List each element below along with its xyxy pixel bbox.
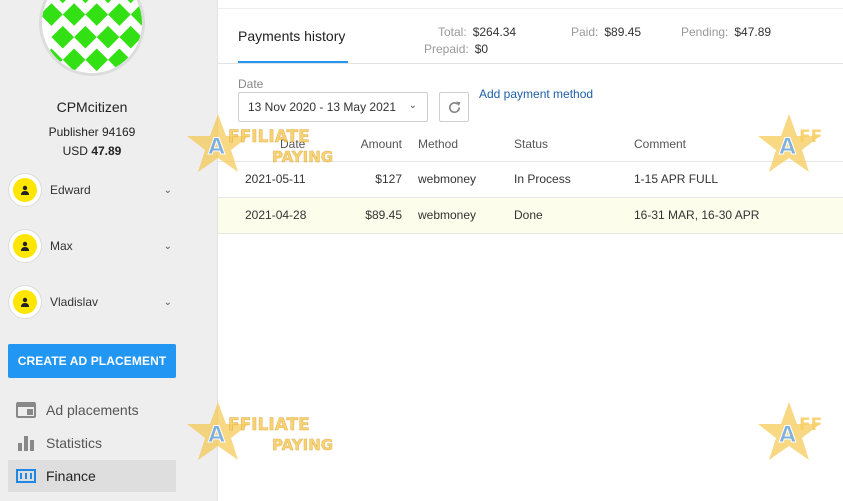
manager-vladislav[interactable]: Vladislav ⌄ xyxy=(8,284,178,320)
stat-total-label: Total: xyxy=(438,25,467,39)
nav-label: Statistics xyxy=(46,435,103,451)
cell-amount: $127 xyxy=(348,161,418,198)
manager-name: Max xyxy=(50,239,73,253)
table-header-row: Date Amount Method Status Comment xyxy=(218,128,843,162)
stat-paid-value: $89.45 xyxy=(604,25,642,39)
cell-comment: 16-31 MAR, 16-30 APR xyxy=(634,197,843,234)
cell-date: 2021-05-11 xyxy=(218,161,348,198)
stat-prepaid-label: Prepaid: xyxy=(424,42,469,56)
chevron-down-icon[interactable]: ⌄ xyxy=(164,185,172,196)
refresh-button[interactable] xyxy=(439,92,469,122)
cell-date: 2021-04-28 xyxy=(218,197,348,234)
stat-pending-label: Pending: xyxy=(681,25,729,39)
balance: USD 47.89 xyxy=(0,144,184,158)
balance-currency: USD xyxy=(62,144,88,158)
manager-avatar xyxy=(8,285,42,319)
payments-table: Date Amount Method Status Comment 2021-0… xyxy=(218,128,843,234)
manager-avatar xyxy=(8,173,42,207)
ad-placements-icon xyxy=(16,401,36,419)
nav-label: Finance xyxy=(46,468,96,484)
balance-amount: 47.89 xyxy=(91,144,122,158)
column-header-method[interactable]: Method xyxy=(418,128,514,162)
refresh-icon xyxy=(448,100,461,113)
create-ad-placement-button[interactable]: CREATE AD PLACEMENT xyxy=(8,344,176,378)
column-header-comment[interactable]: Comment xyxy=(634,128,843,162)
manager-edward[interactable]: Edward ⌄ xyxy=(8,172,178,208)
active-tab-indicator xyxy=(238,61,348,63)
table-row[interactable]: 2021-05-11 $127 webmoney In Process 1-15… xyxy=(218,161,843,198)
stat-paid-label: Paid: xyxy=(571,25,599,39)
cell-status: Done xyxy=(514,197,634,234)
stat-prepaid-value: $0 xyxy=(474,42,489,56)
table-row[interactable]: 2021-04-28 $89.45 webmoney Done 16-31 MA… xyxy=(218,197,843,234)
add-payment-method-link[interactable]: Add payment method xyxy=(479,87,593,101)
username: CPMcitizen xyxy=(56,99,128,115)
avatar-pattern-icon xyxy=(42,0,142,73)
person-icon xyxy=(13,178,37,202)
chevron-down-icon[interactable]: ⌄ xyxy=(164,241,172,252)
finance-icon xyxy=(16,467,36,485)
manager-max[interactable]: Max ⌄ xyxy=(8,228,178,264)
cell-method: webmoney xyxy=(418,161,514,198)
cell-amount: $89.45 xyxy=(348,197,418,234)
chevron-down-icon[interactable]: ⌄ xyxy=(164,297,172,308)
stat-prepaid: Prepaid: $0 xyxy=(424,42,488,56)
date-filter-label: Date xyxy=(238,77,264,91)
chevron-down-icon: ⌄ xyxy=(408,100,417,111)
nav-item-finance[interactable]: Finance xyxy=(8,460,176,492)
date-range-select[interactable]: 13 Nov 2020 - 13 May 2021 ⌄ xyxy=(238,92,428,122)
date-range-value: 13 Nov 2020 - 13 May 2021 xyxy=(248,100,397,114)
stat-pending-value: $47.89 xyxy=(734,25,772,39)
tab-payments-history[interactable]: Payments history xyxy=(238,28,345,44)
publisher-id: Publisher 94169 xyxy=(48,125,136,139)
nav-label: Ad placements xyxy=(46,402,139,418)
bar-chart-icon xyxy=(16,434,36,452)
main-content: Payments history Total: $264.34 Prepaid: $… xyxy=(218,0,843,501)
payments-header: Payments history Total: $264.34 Prepaid: $… xyxy=(218,8,843,64)
stat-total: Total: $264.34 xyxy=(438,25,516,39)
manager-name: Vladislav xyxy=(50,295,99,309)
manager-avatar xyxy=(8,229,42,263)
nav-item-statistics[interactable]: Statistics xyxy=(8,427,176,459)
sidebar: CPMcitizen Publisher 94169 USD 47.89 Edw… xyxy=(0,0,218,501)
person-icon xyxy=(13,290,37,314)
column-header-status[interactable]: Status xyxy=(514,128,634,162)
column-header-date[interactable]: Date xyxy=(218,128,348,162)
cell-method: webmoney xyxy=(418,197,514,234)
column-header-amount[interactable]: Amount xyxy=(348,128,418,162)
stat-total-value: $264.34 xyxy=(472,25,517,39)
cell-comment: 1-15 APR FULL xyxy=(634,161,843,198)
cell-status: In Process xyxy=(514,161,634,198)
profile-avatar xyxy=(39,0,145,76)
manager-name: Edward xyxy=(50,183,91,197)
nav-item-ad-placements[interactable]: Ad placements xyxy=(8,394,176,426)
stat-pending: Pending: $47.89 xyxy=(681,25,771,39)
stat-paid: Paid: $89.45 xyxy=(571,25,641,39)
person-icon xyxy=(13,234,37,258)
